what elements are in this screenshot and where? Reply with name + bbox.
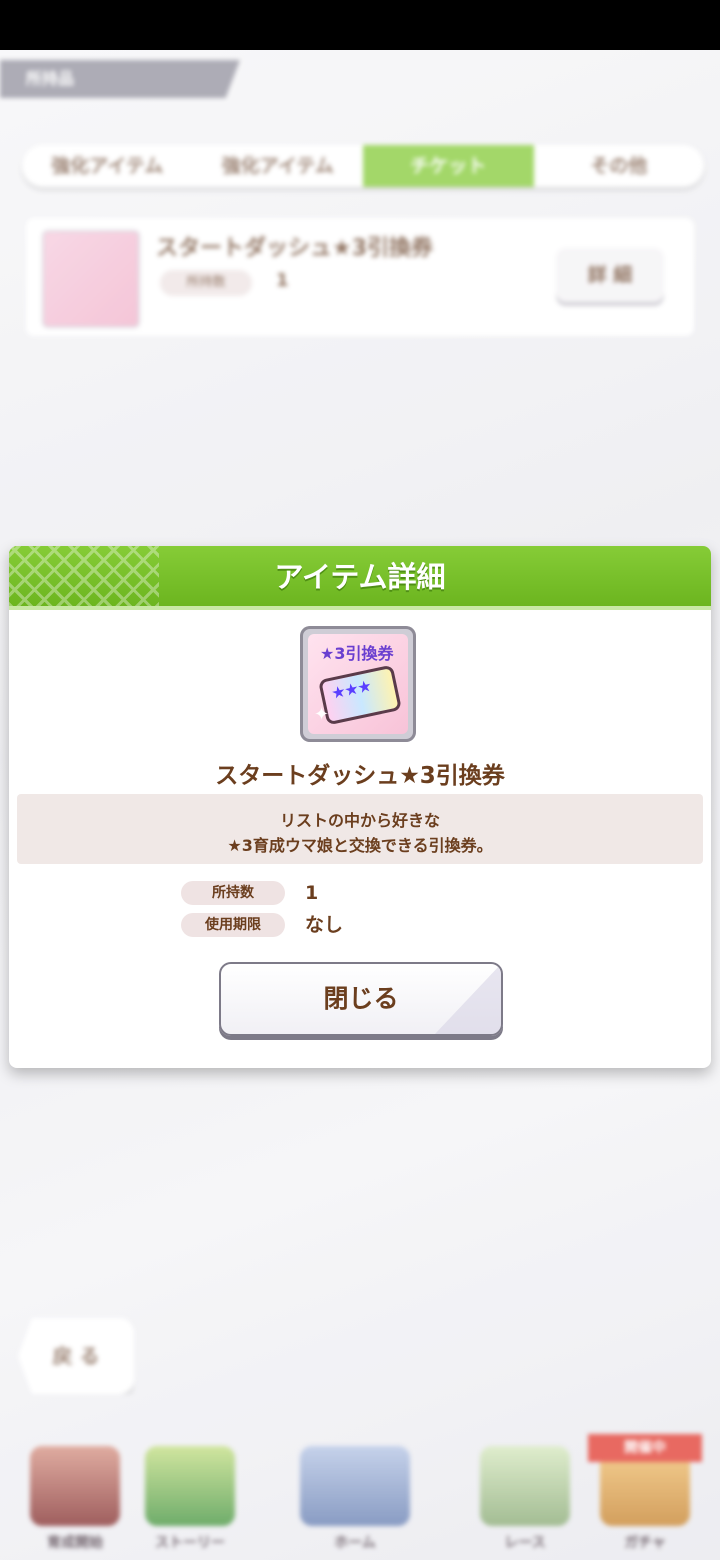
icon-stamp-text: ★3引換券 <box>320 644 394 663</box>
description-line: ★3育成ウマ娘と交換できる引換券。 <box>227 836 493 855</box>
owned-count-value: 1 <box>305 882 319 904</box>
sparkle-icon: ✦ <box>314 704 330 725</box>
expiry-value: なし <box>305 914 344 936</box>
item-description: リストの中から好きな ★3育成ウマ娘と交換できる引換券。 <box>17 794 703 864</box>
owned-count-label: 所持数 <box>181 881 285 905</box>
description-line: リストの中から好きな <box>279 811 440 830</box>
item-detail-dialog: アイテム詳細 ★3引換券 ★★★ ✦ スタートダッシュ★3引換券 リストの中から… <box>9 546 711 1068</box>
ticket-icon-art: ★3引換券 ★★★ ✦ <box>308 634 408 734</box>
ticket-icon: ★3引換券 ★★★ ✦ <box>300 626 416 742</box>
close-button-label: 閉じる <box>323 984 399 1013</box>
item-name: スタートダッシュ★3引換券 <box>215 763 505 789</box>
expiry-label: 使用期限 <box>181 913 285 937</box>
close-button[interactable]: 閉じる <box>219 962 503 1036</box>
dialog-title: アイテム詳細 <box>274 560 446 594</box>
status-bar <box>0 0 720 50</box>
